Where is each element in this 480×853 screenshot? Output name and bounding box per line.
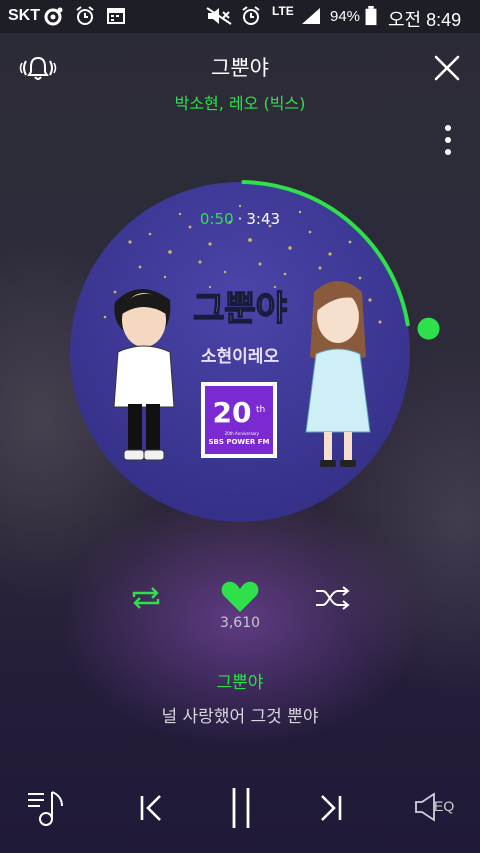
progress-knob[interactable] <box>417 317 440 340</box>
previous-icon[interactable] <box>136 792 168 824</box>
like-count: 3,610 <box>219 615 261 631</box>
heart-icon[interactable] <box>220 580 260 614</box>
time-separator: · <box>237 210 243 228</box>
lyrics-current-line[interactable]: 널 사랑했어 그것 뿐야 <box>0 702 480 727</box>
playlist-icon[interactable] <box>26 788 70 828</box>
equalizer-button[interactable]: EQ <box>414 790 460 824</box>
equalizer-label: EQ <box>434 798 455 814</box>
lyrics-title: 그뿐야 <box>216 673 264 693</box>
next-icon[interactable] <box>314 792 346 824</box>
current-time: 0:50 <box>199 210 234 228</box>
repeat-icon[interactable] <box>128 585 164 611</box>
shuffle-icon[interactable] <box>314 585 352 611</box>
pause-icon[interactable] <box>226 786 256 830</box>
total-time: 3:43 <box>246 210 281 228</box>
equalizer-icon <box>415 792 435 822</box>
time-display: 0:50 · 3:43 <box>70 210 410 228</box>
